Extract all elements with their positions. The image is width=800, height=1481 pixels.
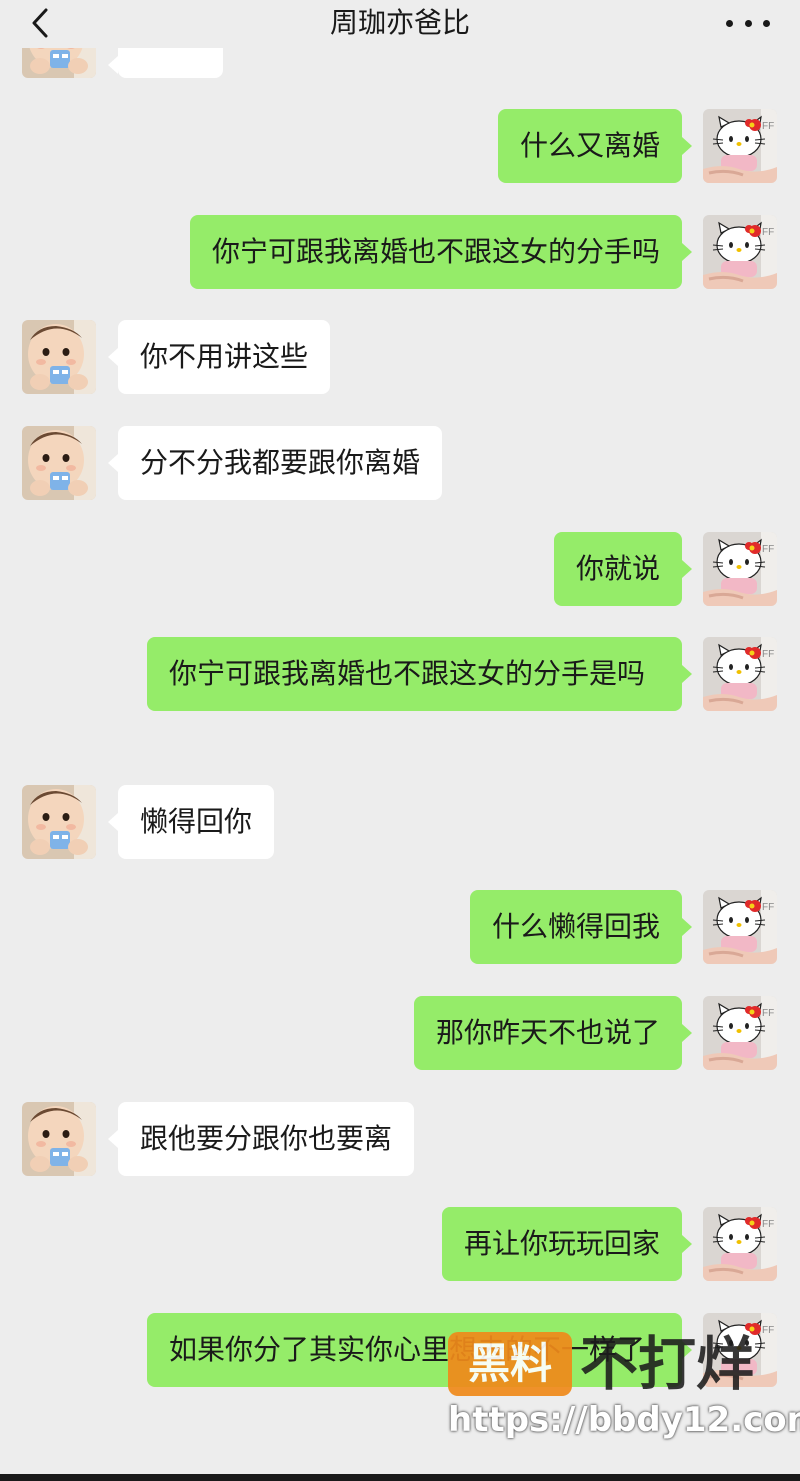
message-bubble-outgoing[interactable]: 什么又离婚 xyxy=(497,109,693,183)
message-text: 你就说 xyxy=(575,552,660,585)
baby-avatar-icon xyxy=(22,785,96,859)
message-text: 你宁可跟我离婚也不跟这女的分手吗 xyxy=(211,235,660,268)
self-avatar[interactable] xyxy=(703,890,777,964)
message-text: 跟他要分跟你也要离 xyxy=(140,1122,393,1155)
hello-kitty-avatar-icon xyxy=(703,109,777,183)
self-avatar[interactable] xyxy=(703,109,777,183)
message-bubble-outgoing[interactable]: 你宁可跟我离婚也不跟这女的分手是吗 xyxy=(147,637,692,711)
message-bubble-outgoing[interactable]: 你就说 xyxy=(553,532,693,606)
self-avatar[interactable] xyxy=(703,1207,777,1281)
header-bar: 周珈亦爸比 xyxy=(0,0,800,48)
message-text: 什么懒得回我 xyxy=(491,910,660,943)
message-bubble-incoming[interactable]: 你不用讲这些 xyxy=(107,320,331,394)
hello-kitty-avatar-icon xyxy=(703,996,777,1070)
message-text: 什么又离婚 xyxy=(519,129,660,162)
message-bubble-outgoing[interactable]: 再让你玩玩回家 xyxy=(441,1207,693,1281)
message-bubble-incoming[interactable]: 懒得回你 xyxy=(107,785,275,859)
hello-kitty-avatar-icon xyxy=(703,890,777,964)
contact-avatar[interactable] xyxy=(22,320,96,394)
chat-title: 周珈亦爸比 xyxy=(329,6,470,39)
message-bubble-incoming[interactable]: 分不分我都要跟你离婚 xyxy=(107,426,443,500)
hello-kitty-avatar-icon xyxy=(703,215,777,289)
hello-kitty-avatar-icon xyxy=(703,637,777,711)
contact-avatar[interactable] xyxy=(22,1102,96,1176)
contact-avatar[interactable] xyxy=(22,426,96,500)
hello-kitty-avatar-icon xyxy=(703,532,777,606)
message-text: 那你昨天不也说了 xyxy=(435,1016,660,1049)
baby-avatar-icon xyxy=(22,320,96,394)
watermark: 黑料 不打烊 https://bbdy12.com xyxy=(448,1330,800,1440)
self-avatar[interactable] xyxy=(703,637,777,711)
more-dots-icon xyxy=(726,19,733,27)
hello-kitty-avatar-icon xyxy=(703,1207,777,1281)
self-avatar[interactable] xyxy=(703,996,777,1070)
message-text: 懒得回你 xyxy=(140,805,253,838)
watermark-url: https://bbdy12.com xyxy=(448,1400,800,1440)
contact-avatar[interactable] xyxy=(22,785,96,859)
message-text: 再让你玩玩回家 xyxy=(463,1227,660,1260)
baby-avatar-icon xyxy=(22,1102,96,1176)
message-bubble-outgoing[interactable]: 那你昨天不也说了 xyxy=(413,996,693,1070)
bottom-edge xyxy=(0,1474,800,1481)
message-bubble-outgoing[interactable]: 什么懒得回我 xyxy=(469,890,693,964)
message-text: 你不用讲这些 xyxy=(140,340,309,373)
more-button[interactable] xyxy=(726,6,770,40)
watermark-brand: 不打烊 xyxy=(580,1330,755,1398)
message-text: 你宁可跟我离婚也不跟这女的分手是吗 xyxy=(169,657,646,690)
message-text: 分不分我都要跟你离婚 xyxy=(140,446,421,479)
message-bubble-outgoing[interactable]: 你宁可跟我离婚也不跟这女的分手吗 xyxy=(189,215,693,289)
self-avatar[interactable] xyxy=(703,215,777,289)
message-bubble-incoming[interactable]: 跟他要分跟你也要离 xyxy=(107,1102,415,1176)
watermark-badge: 黑料 xyxy=(448,1332,572,1396)
more-dots-icon xyxy=(744,19,752,27)
more-dots-icon xyxy=(763,19,770,27)
baby-avatar-icon xyxy=(22,426,96,500)
self-avatar[interactable] xyxy=(703,532,777,606)
chat-area[interactable]: 什么又离婚 你宁可跟我离婚也不跟这女的分手吗 你不用讲这些 分不分我都要跟你离婚… xyxy=(0,0,800,1481)
